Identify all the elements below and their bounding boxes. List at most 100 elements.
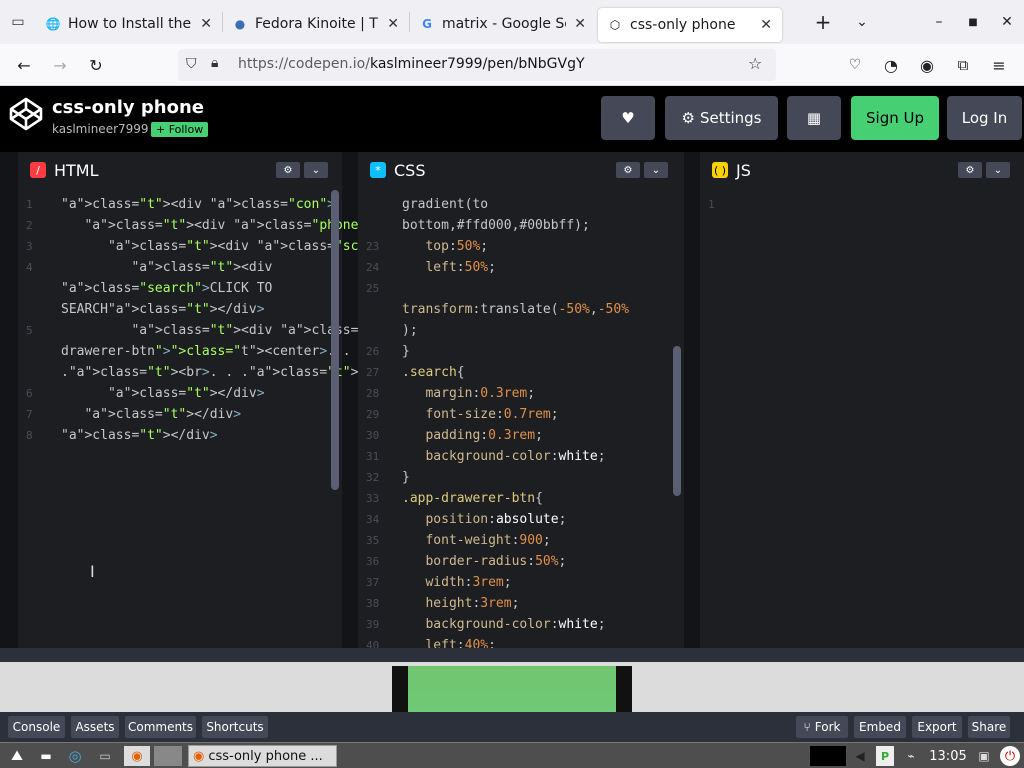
css-editor-panel: * CSS ⚙ ⌄ gradient(to bottom,#ffd000,#00b… xyxy=(358,152,684,648)
tab-close-icon[interactable]: ✕ xyxy=(760,17,772,33)
code-line: bottom,#ffd000,#00bbff); xyxy=(402,218,590,233)
code-line: left:40%; xyxy=(425,638,496,648)
js-collapse-chevron-icon[interactable]: ⌄ xyxy=(986,162,1010,178)
css-settings-gear-icon[interactable]: ⚙ xyxy=(616,162,640,178)
code-line: top:50%; xyxy=(425,239,489,254)
line-number: 27 xyxy=(366,366,380,379)
extensions-icon[interactable]: ⧉ xyxy=(950,52,976,78)
css-collapse-chevron-icon[interactable]: ⌄ xyxy=(644,162,668,178)
start-menu-icon[interactable]: ⛰ xyxy=(4,746,30,766)
pen-author[interactable]: kaslmineer7999 xyxy=(52,122,149,136)
export-button[interactable]: Export xyxy=(912,716,962,738)
firefox-icon[interactable]: ◉ xyxy=(124,746,150,766)
account-icon[interactable]: ◉ xyxy=(914,52,940,78)
code-line: border-radius:50%; xyxy=(425,554,567,569)
settings-button[interactable]: ⚙ Settings xyxy=(665,96,778,140)
preview-pane[interactable] xyxy=(0,662,1024,712)
browser-tab[interactable]: ● Fedora Kinoite | The ✕ xyxy=(223,6,409,42)
codepen-logo-icon[interactable] xyxy=(8,96,44,132)
fork-icon: ⑂ xyxy=(803,720,811,734)
css-scrollbar[interactable] xyxy=(673,346,681,496)
line-number: 32 xyxy=(366,471,380,484)
network-icon[interactable]: ⌁ xyxy=(900,746,922,766)
share-button[interactable]: Share xyxy=(968,716,1010,738)
pen-title[interactable]: css-only phone xyxy=(52,97,204,118)
web-browser-icon[interactable]: ◎ xyxy=(64,746,86,766)
pocket-icon[interactable]: ♡ xyxy=(842,52,868,78)
line-number: 2 xyxy=(26,219,33,232)
tab-close-icon[interactable]: ✕ xyxy=(200,16,212,32)
firefox-window-icon: ◉ xyxy=(193,748,205,764)
comments-button[interactable]: Comments xyxy=(125,716,196,738)
html-settings-gear-icon[interactable]: ⚙ xyxy=(276,162,300,178)
line-number: 26 xyxy=(366,345,380,358)
workspace-switcher[interactable] xyxy=(154,746,182,766)
js-code-editor[interactable]: 1 xyxy=(700,188,1024,648)
volume-icon[interactable]: ◀ xyxy=(850,746,870,766)
line-number: 1 xyxy=(26,198,33,211)
line-number: 5 xyxy=(26,324,33,337)
line-number: 34 xyxy=(366,513,380,526)
url-text[interactable]: https://codepen.io/kaslmineer7999/pen/bN… xyxy=(238,56,585,72)
tab-title: matrix - Google Sea xyxy=(442,16,566,32)
preview-resizer[interactable] xyxy=(0,648,1024,662)
back-icon[interactable]: ← xyxy=(11,52,37,78)
clock[interactable]: 13:05 xyxy=(926,746,970,766)
fork-button[interactable]: ⑂ Fork xyxy=(796,716,848,738)
reload-icon[interactable]: ↻ xyxy=(83,52,109,78)
bookmark-star-icon[interactable]: ☆ xyxy=(748,54,762,73)
css-editor-controls: ⚙ ⌄ xyxy=(616,162,668,178)
list-all-tabs-icon[interactable]: ▭ xyxy=(0,0,36,44)
browser-tab-active[interactable]: ⬡ css-only phone ✕ xyxy=(598,7,782,42)
line-number: 35 xyxy=(366,534,380,547)
tracking-shield-icon[interactable]: ⛉ xyxy=(186,56,197,72)
power-icon[interactable]: ⏻ xyxy=(1000,746,1020,766)
html-editor-tab[interactable]: / HTML xyxy=(18,152,114,188)
forward-icon[interactable]: → xyxy=(47,52,73,78)
html-code-editor[interactable]: 1 "a">class="t"><div "a">class="con"> 2 "a… xyxy=(18,188,585,648)
line-number: 33 xyxy=(366,492,380,505)
line-number: 40 xyxy=(366,639,380,648)
js-settings-gear-icon[interactable]: ⚙ xyxy=(958,162,982,178)
browser-tab[interactable]: G matrix - Google Sea ✕ xyxy=(410,6,596,42)
package-update-icon[interactable]: P xyxy=(876,746,894,766)
file-manager-icon[interactable]: ▭ xyxy=(94,746,116,766)
sign-up-button[interactable]: Sign Up xyxy=(851,96,939,140)
console-button[interactable]: Console xyxy=(8,716,65,738)
tab-close-icon[interactable]: ✕ xyxy=(574,16,586,32)
css-code-editor[interactable]: gradient(to bottom,#ffd000,#00bbff); 23 to… xyxy=(358,188,684,648)
maximize-icon[interactable]: ■ xyxy=(956,0,990,44)
new-tab-icon[interactable]: + xyxy=(810,9,836,35)
js-editor-tab[interactable]: ( ) JS xyxy=(700,152,770,188)
assets-button[interactable]: Assets xyxy=(71,716,119,738)
html-scrollbar[interactable] xyxy=(331,190,339,490)
browser-tab[interactable]: 🌐 How to Install the L ✕ xyxy=(36,6,222,42)
sync-icon[interactable]: ◔ xyxy=(878,52,904,78)
taskbar-window-title: css-only phone ... xyxy=(208,748,323,764)
tab-overflow-chevron-icon[interactable]: ⌄ xyxy=(849,9,875,35)
screen-icon[interactable]: ▣ xyxy=(974,746,994,766)
code-line: "a">class="t"><div "a">class="phone"> xyxy=(84,218,374,233)
code-line: } xyxy=(402,344,410,359)
layout-button[interactable]: ▦ xyxy=(787,96,841,140)
html-collapse-chevron-icon[interactable]: ⌄ xyxy=(304,162,328,178)
tab-close-icon[interactable]: ✕ xyxy=(387,16,399,32)
html-editor-label: HTML xyxy=(54,160,99,180)
close-window-icon[interactable]: ✕ xyxy=(990,0,1024,44)
line-number: 28 xyxy=(366,387,380,400)
app-menu-icon[interactable]: ≡ xyxy=(986,52,1012,78)
love-button[interactable]: ♥ xyxy=(601,96,655,140)
minimize-icon[interactable]: – xyxy=(922,0,956,44)
follow-button[interactable]: + Follow xyxy=(151,122,209,137)
embed-button[interactable]: Embed xyxy=(854,716,906,738)
phone-frame xyxy=(392,666,632,712)
url-bar[interactable]: ⛉ 🔒︎ https://codepen.io/kaslmineer7999/p… xyxy=(178,49,776,81)
log-in-button[interactable]: Log In xyxy=(947,96,1022,140)
code-line: transform:translate(-50%,-50% xyxy=(402,302,629,317)
css-editor-tab[interactable]: * CSS xyxy=(358,152,442,188)
show-desktop-icon[interactable]: ▬ xyxy=(36,746,56,766)
lock-icon[interactable]: 🔒︎ xyxy=(211,55,218,71)
shortcuts-button[interactable]: Shortcuts xyxy=(202,716,268,738)
line-number: 24 xyxy=(366,261,380,274)
taskbar-window-button[interactable]: ◉ css-only phone ... xyxy=(188,745,337,767)
